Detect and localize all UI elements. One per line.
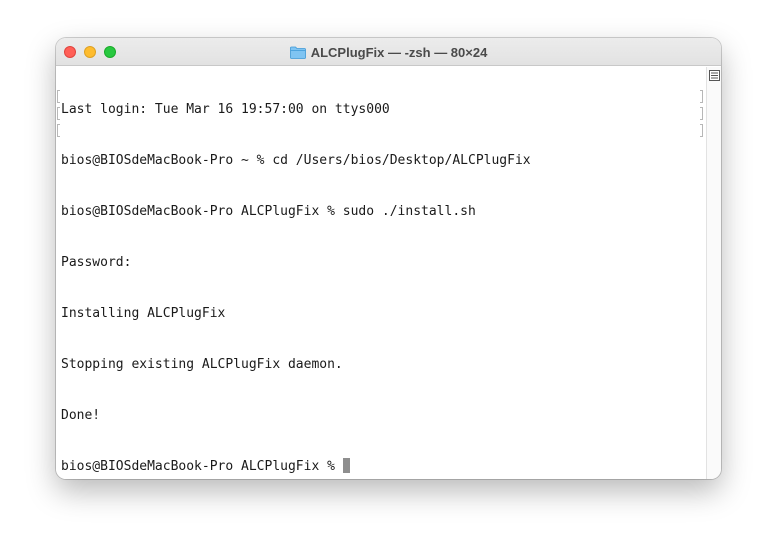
- terminal-line: bios@BIOSdeMacBook-Pro ~ % cd /Users/bio…: [61, 153, 531, 168]
- terminal-line: Last login: Tue Mar 16 19:57:00 on ttys0…: [61, 102, 390, 117]
- terminal-content[interactable]: Last login: Tue Mar 16 19:57:00 on ttys0…: [56, 67, 706, 479]
- window-title-text: ALCPlugFix — -zsh — 80×24: [310, 44, 488, 60]
- terminal-output: Last login: Tue Mar 16 19:57:00 on ttys0…: [61, 67, 531, 479]
- terminal-line: Installing ALCPlugFix: [61, 306, 226, 321]
- terminal-line: Password:: [61, 255, 132, 270]
- mark-right: [700, 107, 703, 120]
- window-title: ALCPlugFix — -zsh — 80×24: [56, 38, 721, 66]
- inspector-icon[interactable]: [709, 68, 720, 81]
- mark-left: [57, 124, 60, 137]
- mark-left: [57, 90, 60, 103]
- mark-right: [700, 124, 703, 137]
- mark-left: [57, 107, 60, 120]
- terminal-line: bios@BIOSdeMacBook-Pro ALCPlugFix % sudo…: [61, 204, 476, 219]
- prompt-line[interactable]: bios@BIOSdeMacBook-Pro ALCPlugFix %: [61, 458, 531, 475]
- text-cursor: [342, 458, 350, 473]
- terminal-line: Stopping existing ALCPlugFix daemon.: [61, 357, 343, 372]
- title-bar[interactable]: ALCPlugFix — -zsh — 80×24: [56, 38, 721, 66]
- folder-icon: [289, 46, 306, 59]
- terminal-line: Done!: [61, 408, 101, 423]
- mark-right: [700, 90, 703, 103]
- scrollbar[interactable]: [706, 67, 721, 479]
- prompt-text: bios@BIOSdeMacBook-Pro ALCPlugFix %: [61, 459, 343, 474]
- terminal-window: ALCPlugFix — -zsh — 80×24 Last login: Tu…: [56, 38, 721, 479]
